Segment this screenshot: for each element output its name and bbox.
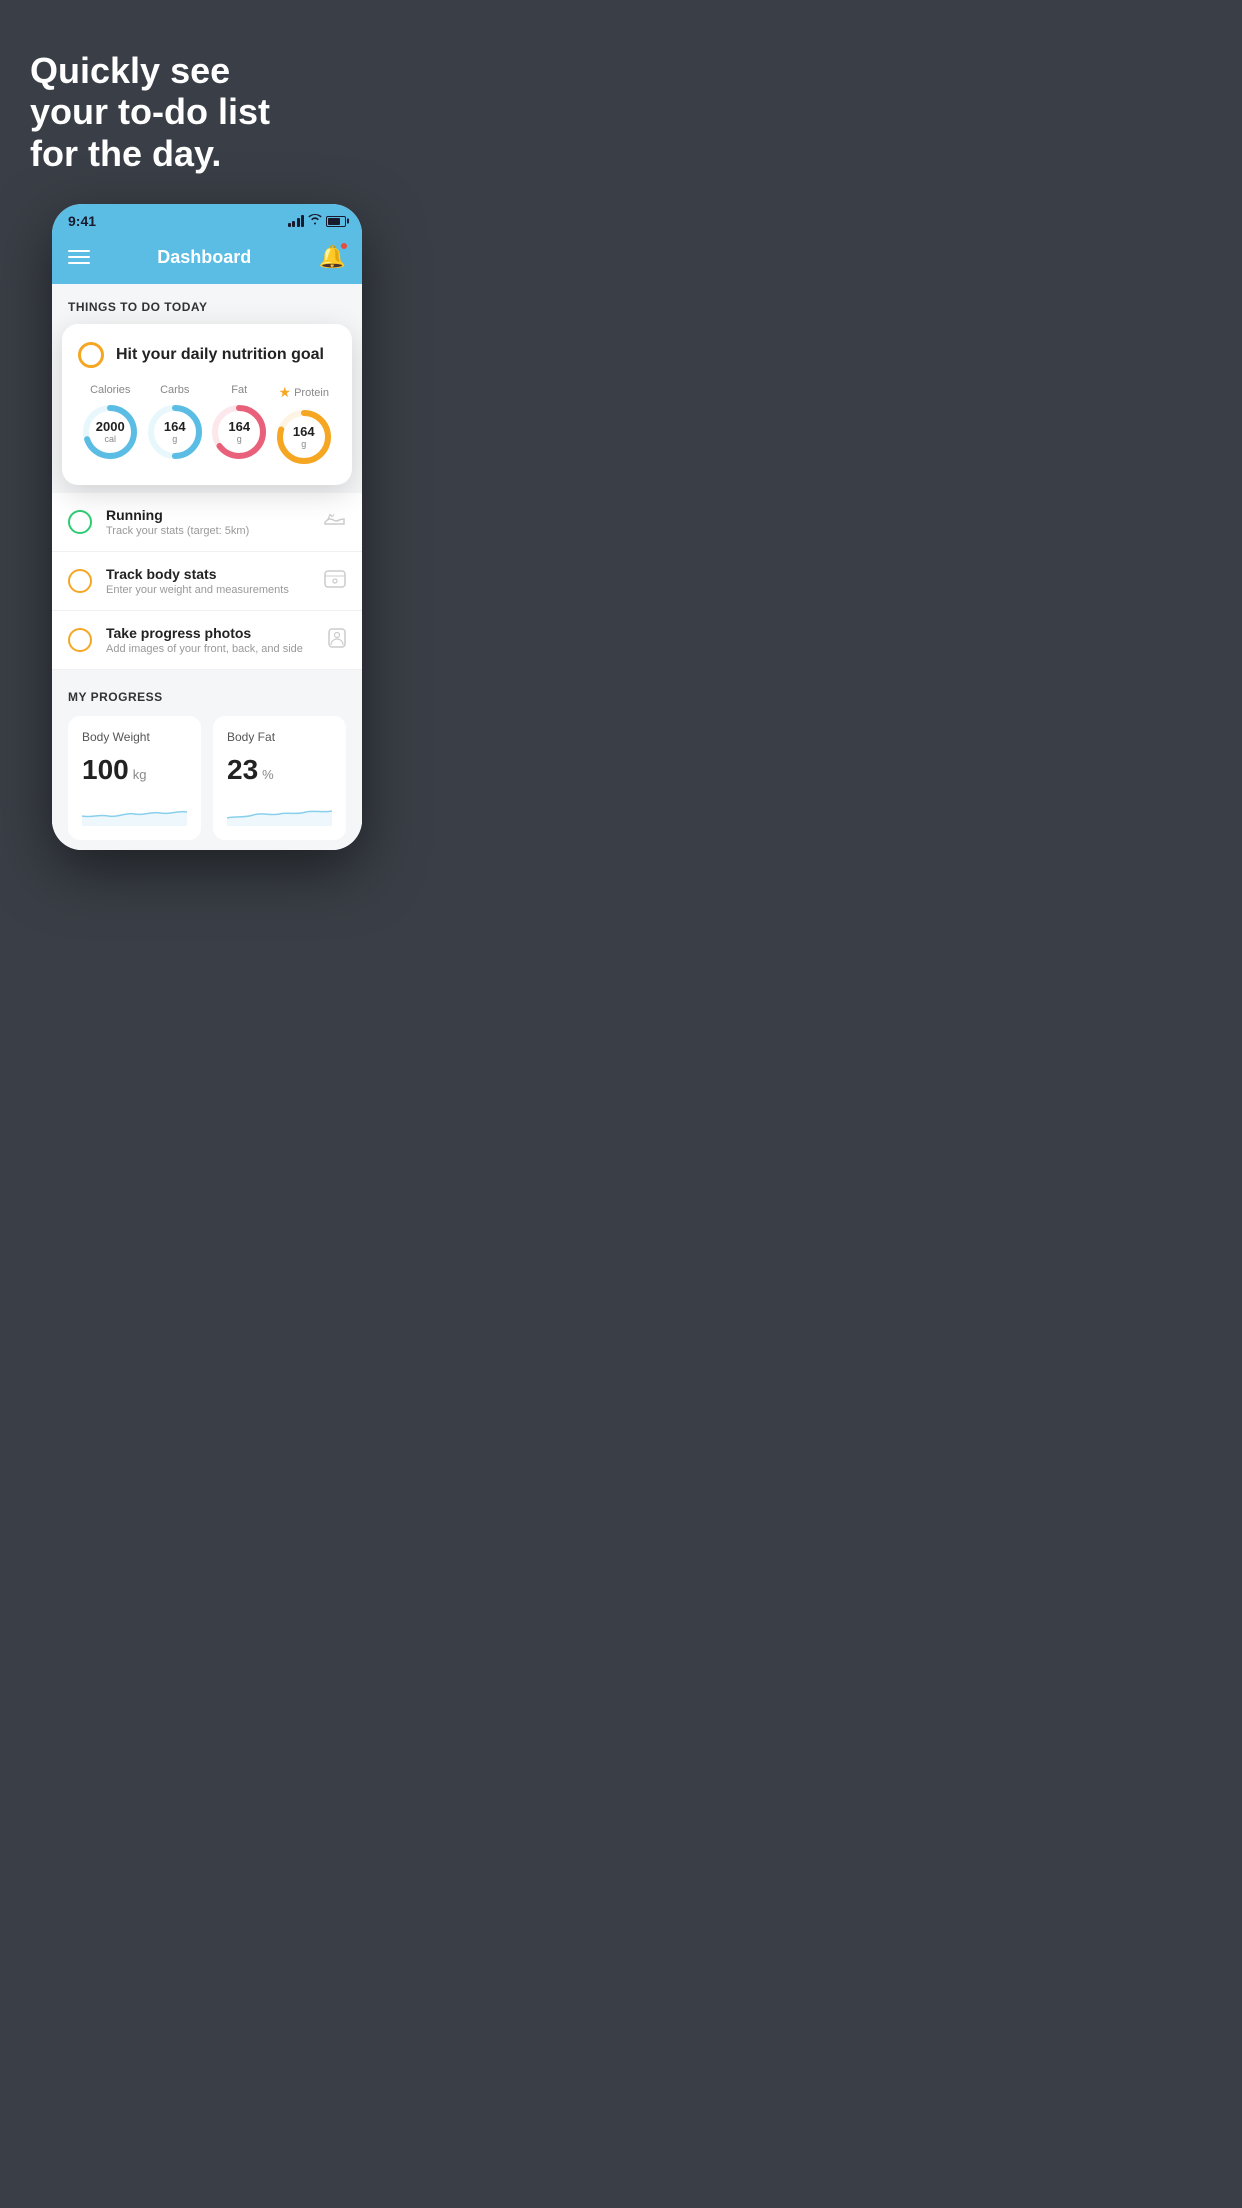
calories-unit: cal (96, 434, 125, 444)
nutrition-checkbox[interactable] (78, 342, 104, 368)
hamburger-button[interactable] (68, 250, 90, 264)
things-heading: THINGS TO DO TODAY (68, 300, 207, 314)
photos-title: Take progress photos (106, 625, 314, 641)
body-weight-value: 100 (82, 754, 129, 786)
progress-heading: MY PROGRESS (68, 690, 346, 704)
status-bar: 9:41 (52, 204, 362, 234)
fat-label: Fat (231, 384, 247, 396)
carbs-circle: 164 g (145, 402, 205, 462)
body-weight-chart (82, 796, 187, 826)
body-fat-value: 23 (227, 754, 258, 786)
todo-item-body-stats[interactable]: Track body stats Enter your weight and m… (52, 552, 362, 611)
body-fat-card[interactable]: Body Fat 23 % (213, 716, 346, 840)
fat-circle: 164 g (209, 402, 269, 462)
header-title: Dashboard (157, 247, 251, 268)
nutrition-item-carbs: Carbs 164 g (145, 384, 205, 462)
todo-item-photos[interactable]: Take progress photos Add images of your … (52, 611, 362, 670)
photos-text: Take progress photos Add images of your … (106, 625, 314, 655)
body-weight-card[interactable]: Body Weight 100 kg (68, 716, 201, 840)
body-stats-text: Track body stats Enter your weight and m… (106, 566, 310, 596)
app-header: Dashboard 🔔 (52, 234, 362, 284)
calories-value: 2000 (96, 420, 125, 434)
protein-value: 164 (293, 425, 315, 439)
protein-label: Protein (294, 387, 329, 399)
protein-star-icon: ★ (279, 384, 292, 401)
body-weight-unit: kg (133, 767, 147, 782)
body-fat-title: Body Fat (227, 730, 332, 744)
nutrition-card-title: Hit your daily nutrition goal (116, 346, 324, 364)
running-title: Running (106, 507, 310, 523)
nutrition-circles: Calories 2000 cal Carbs (78, 384, 336, 467)
status-time: 9:41 (68, 213, 96, 229)
body-weight-title: Body Weight (82, 730, 187, 744)
protein-unit: g (293, 439, 315, 449)
wifi-icon (308, 214, 322, 228)
scale-icon (324, 570, 346, 593)
running-text: Running Track your stats (target: 5km) (106, 507, 310, 537)
body-fat-chart (227, 796, 332, 826)
battery-icon (326, 216, 346, 227)
fat-unit: g (228, 434, 250, 444)
calories-label: Calories (90, 384, 130, 396)
hero-section: Quickly see your to-do list for the day. (0, 0, 414, 194)
bell-button[interactable]: 🔔 (319, 244, 346, 270)
running-subtitle: Track your stats (target: 5km) (106, 525, 310, 537)
signal-icon (288, 215, 305, 227)
photos-subtitle: Add images of your front, back, and side (106, 643, 314, 655)
nutrition-item-calories: Calories 2000 cal (80, 384, 140, 462)
photos-checkbox[interactable] (68, 628, 92, 652)
phone-frame: 9:41 Dashboard 🔔 (52, 204, 362, 850)
nutrition-card[interactable]: Hit your daily nutrition goal Calories 2… (62, 324, 352, 485)
body-fat-unit: % (262, 767, 274, 782)
carbs-value: 164 (164, 420, 186, 434)
body-stats-subtitle: Enter your weight and measurements (106, 584, 310, 596)
carbs-unit: g (164, 434, 186, 444)
carbs-label: Carbs (160, 384, 189, 396)
running-checkbox[interactable] (68, 510, 92, 534)
todo-item-running[interactable]: Running Track your stats (target: 5km) (52, 493, 362, 552)
nutrition-item-protein: ★ Protein 164 g (274, 384, 334, 467)
protein-circle: 164 g (274, 407, 334, 467)
body-stats-checkbox[interactable] (68, 569, 92, 593)
hero-title: Quickly see your to-do list for the day. (30, 50, 384, 174)
progress-section: MY PROGRESS Body Weight 100 kg (52, 670, 362, 850)
todo-list: Running Track your stats (target: 5km) T… (52, 493, 362, 670)
things-section-header: THINGS TO DO TODAY (52, 284, 362, 324)
shoe-icon (324, 512, 346, 533)
calories-circle: 2000 cal (80, 402, 140, 462)
progress-cards: Body Weight 100 kg Body Fat (68, 716, 346, 840)
status-icons (288, 214, 347, 228)
nutrition-item-fat: Fat 164 g (209, 384, 269, 462)
body-stats-title: Track body stats (106, 566, 310, 582)
person-icon (328, 628, 346, 653)
fat-value: 164 (228, 420, 250, 434)
notification-dot (340, 242, 348, 250)
phone-content: THINGS TO DO TODAY Hit your daily nutrit… (52, 284, 362, 850)
